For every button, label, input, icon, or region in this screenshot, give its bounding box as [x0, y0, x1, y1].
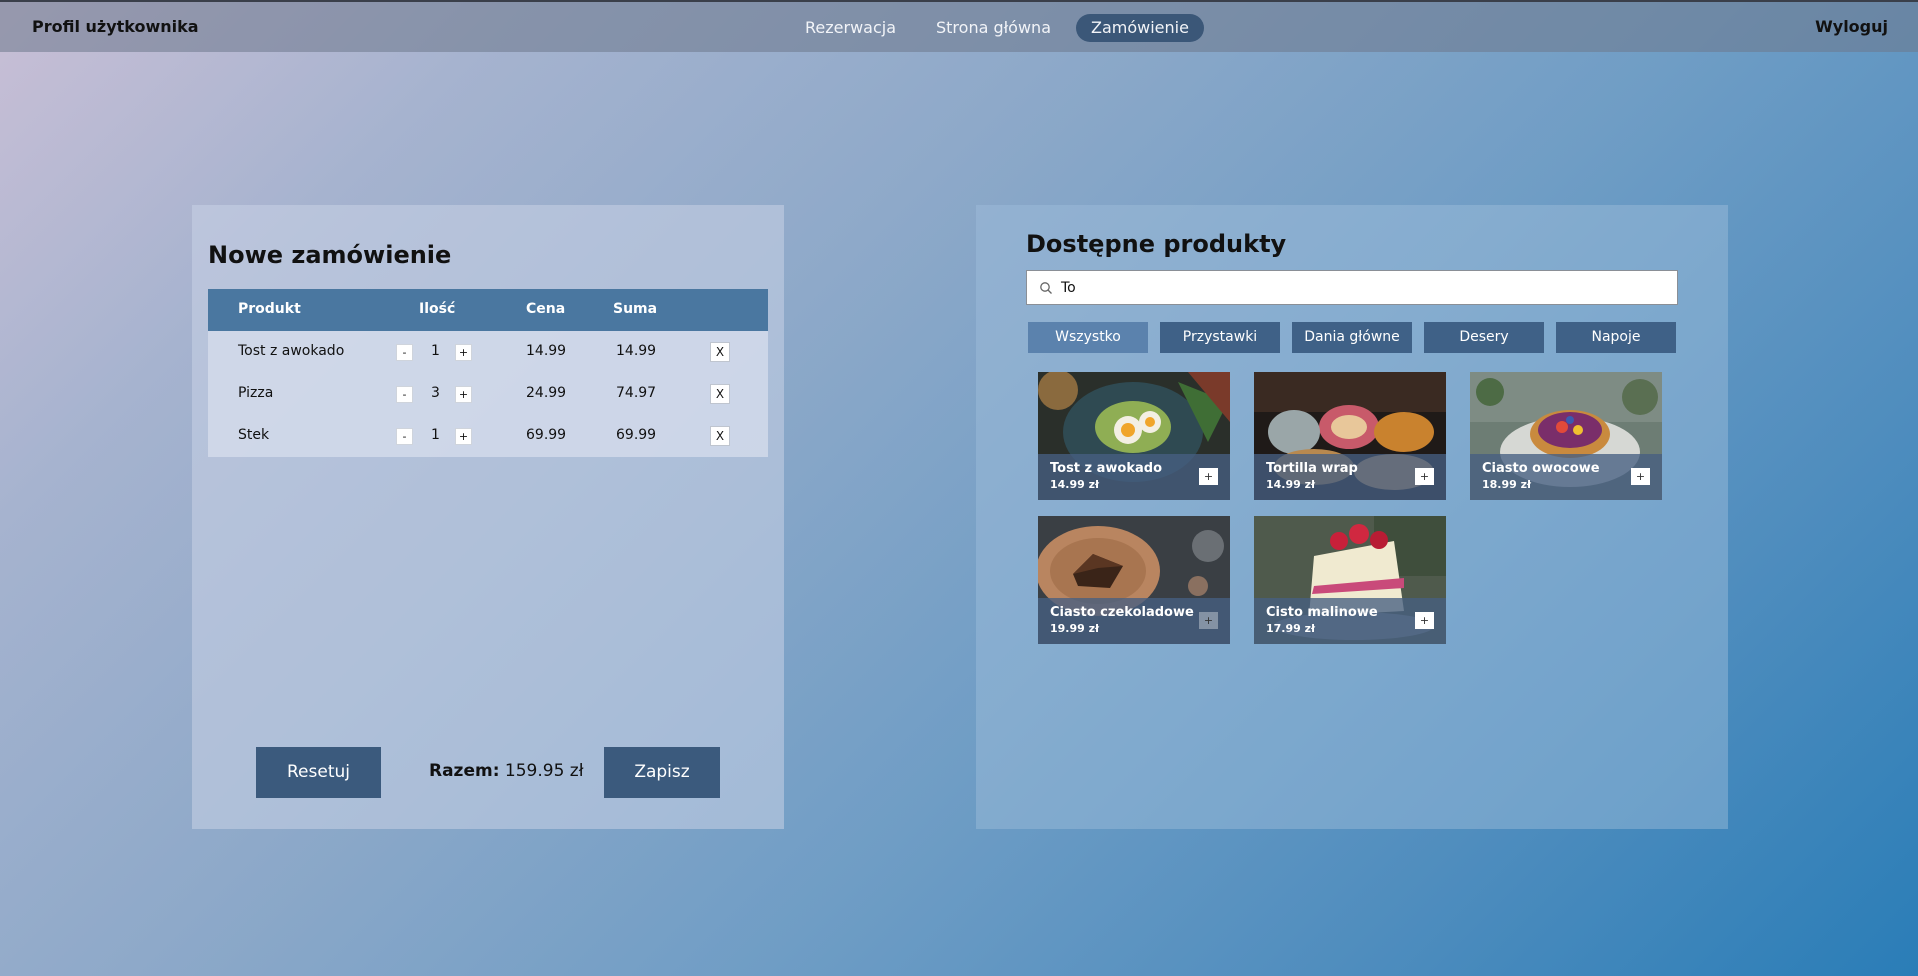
card-info: Tortilla wrap 14.99 zł + [1254, 454, 1446, 500]
product-card[interactable]: Ciasto czekoladowe 19.99 zł + [1038, 516, 1230, 644]
row-qty: 1 [431, 427, 440, 443]
row-price: 14.99 [526, 343, 567, 359]
reset-button[interactable]: Resetuj [256, 747, 381, 798]
add-to-order-button[interactable]: + [1415, 612, 1434, 629]
row-price: 69.99 [526, 427, 567, 443]
total-value: 159.95 zł [504, 761, 584, 781]
add-to-order-button[interactable]: + [1631, 468, 1650, 485]
product-card[interactable]: Cisto malinowe 17.99 zł + [1254, 516, 1446, 644]
row-product: Tost z awokado [238, 343, 345, 359]
filter-napoje[interactable]: Napoje [1556, 322, 1676, 353]
row-qty: 1 [431, 343, 440, 359]
order-table-body: Tost z awokado - 1 + 14.99 14.99 X Pizza… [208, 331, 768, 457]
product-price: 14.99 zł [1266, 478, 1316, 491]
row-qty: 3 [431, 385, 440, 401]
order-title: Nowe zamówienie [208, 241, 452, 269]
products-title: Dostępne produkty [1026, 230, 1287, 258]
products-panel: Dostępne produkty To Wszystko Przystawki… [976, 205, 1728, 829]
decrease-qty-button[interactable]: - [396, 344, 413, 361]
card-info: Cisto malinowe 17.99 zł + [1254, 598, 1446, 644]
row-price: 24.99 [526, 385, 567, 401]
row-sum: 69.99 [616, 427, 657, 443]
product-price: 14.99 zł [1050, 478, 1100, 491]
remove-item-button[interactable]: X [710, 426, 730, 446]
decrease-qty-button[interactable]: - [396, 428, 413, 445]
add-to-order-button[interactable]: + [1199, 612, 1218, 629]
table-row: Pizza - 3 + 24.99 74.97 X [208, 373, 768, 415]
row-product: Pizza [238, 385, 274, 401]
product-price: 17.99 zł [1266, 622, 1316, 635]
nav-rezerwacja[interactable]: Rezerwacja [790, 14, 911, 42]
remove-item-button[interactable]: X [710, 342, 730, 362]
product-card[interactable]: Tost z awokado 14.99 zł + [1038, 372, 1230, 500]
search-value: To [1061, 280, 1076, 296]
search-input[interactable]: To [1026, 270, 1678, 305]
remove-item-button[interactable]: X [710, 384, 730, 404]
row-sum: 74.97 [616, 385, 657, 401]
table-row: Tost z awokado - 1 + 14.99 14.99 X [208, 331, 768, 373]
total-label: Razem: [429, 761, 500, 781]
order-table-header: Produkt Ilość Cena Suma [208, 289, 768, 331]
filter-dania-glowne[interactable]: Dania główne [1292, 322, 1412, 353]
filter-wszystko[interactable]: Wszystko [1028, 322, 1148, 353]
product-card[interactable]: Ciasto owocowe 18.99 zł + [1470, 372, 1662, 500]
card-info: Ciasto czekoladowe 19.99 zł + [1038, 598, 1230, 644]
product-name: Tortilla wrap [1266, 461, 1358, 476]
nav-strona-glowna[interactable]: Strona główna [921, 14, 1066, 42]
order-total: Razem: 159.95 zł [429, 761, 584, 781]
product-name: Ciasto owocowe [1482, 461, 1600, 476]
search-icon [1040, 282, 1052, 294]
profile-link[interactable]: Profil użytkownika [32, 17, 199, 36]
row-product: Stek [238, 427, 270, 443]
add-to-order-button[interactable]: + [1415, 468, 1434, 485]
product-name: Ciasto czekoladowe [1050, 605, 1194, 620]
main-nav: Rezerwacja Strona główna Zamówienie [790, 14, 1204, 42]
top-navbar: Profil użytkownika Rezerwacja Strona głó… [0, 0, 1918, 52]
row-sum: 14.99 [616, 343, 657, 359]
add-to-order-button[interactable]: + [1199, 468, 1218, 485]
col-price: Cena [526, 301, 566, 317]
logout-link[interactable]: Wyloguj [1815, 17, 1888, 36]
col-sum: Suma [613, 301, 658, 317]
filter-przystawki[interactable]: Przystawki [1160, 322, 1280, 353]
decrease-qty-button[interactable]: - [396, 386, 413, 403]
order-table: Produkt Ilość Cena Suma Tost z awokado -… [208, 289, 768, 457]
filter-desery[interactable]: Desery [1424, 322, 1544, 353]
nav-zamowienie[interactable]: Zamówienie [1076, 14, 1204, 42]
order-panel: Nowe zamówienie Produkt Ilość Cena Suma … [192, 205, 784, 829]
card-info: Ciasto owocowe 18.99 zł + [1470, 454, 1662, 500]
col-qty: Ilość [419, 301, 456, 317]
increase-qty-button[interactable]: + [455, 386, 472, 403]
product-name: Cisto malinowe [1266, 605, 1378, 620]
product-card[interactable]: Tortilla wrap 14.99 zł + [1254, 372, 1446, 500]
increase-qty-button[interactable]: + [455, 428, 472, 445]
increase-qty-button[interactable]: + [455, 344, 472, 361]
category-filters: Wszystko Przystawki Dania główne Desery … [1028, 322, 1676, 353]
product-name: Tost z awokado [1050, 461, 1163, 476]
col-product: Produkt [238, 301, 301, 317]
table-row: Stek - 1 + 69.99 69.99 X [208, 415, 768, 457]
card-info: Tost z awokado 14.99 zł + [1038, 454, 1230, 500]
product-price: 18.99 zł [1482, 478, 1532, 491]
save-button[interactable]: Zapisz [604, 747, 720, 798]
product-price: 19.99 zł [1050, 622, 1100, 635]
